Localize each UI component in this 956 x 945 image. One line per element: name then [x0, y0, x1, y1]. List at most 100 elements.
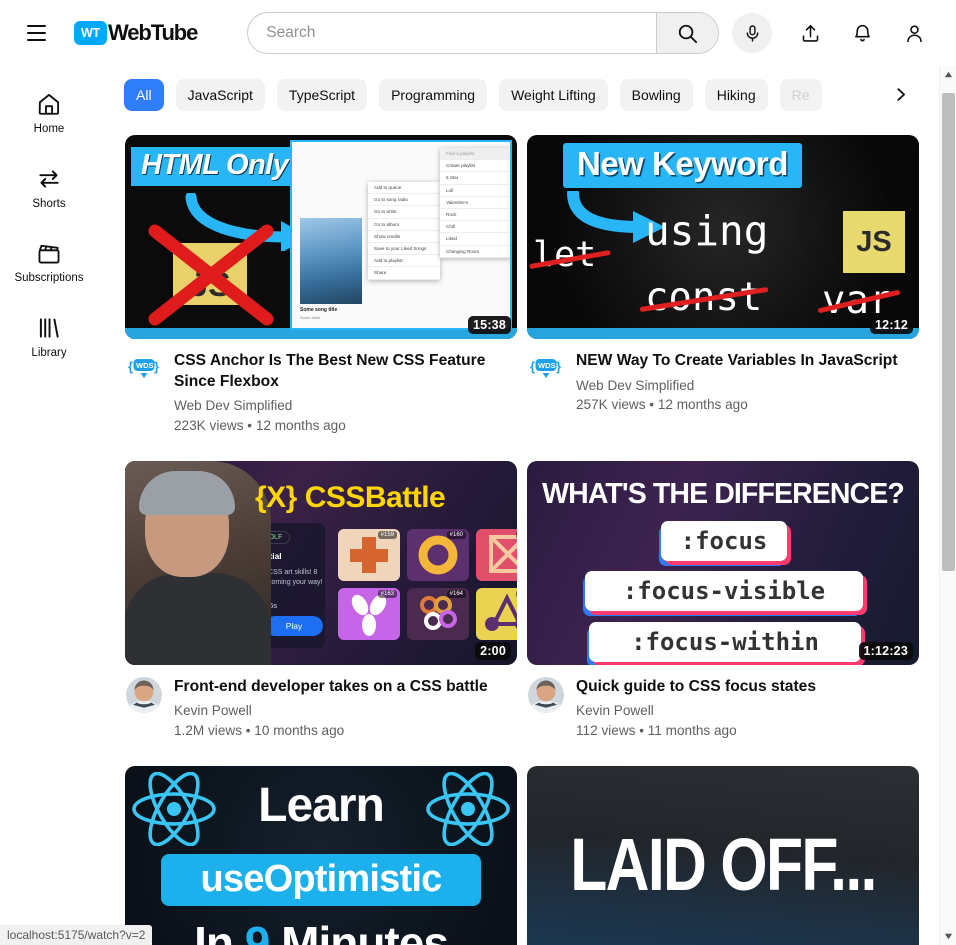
menu-item: Go to album [368, 219, 440, 231]
app-logo[interactable]: WT WebTube [74, 20, 198, 46]
menu-item: Liked [440, 233, 510, 246]
scrollbar-track[interactable] [940, 83, 956, 928]
wds-logo-icon: { WDS } [126, 351, 162, 387]
chip-javascript[interactable]: JavaScript [175, 79, 265, 111]
menu-item: Show credits [368, 231, 440, 243]
upload-button[interactable] [790, 13, 830, 53]
video-card-body: { WDS } NEW Way To Create Variables In J… [527, 339, 919, 415]
video-thumbnail[interactable]: LAID OFF... [527, 765, 919, 945]
notifications-button[interactable] [842, 13, 882, 53]
video-thumbnail[interactable]: Learn useOptimistic In 9 Minutes [125, 765, 517, 945]
thumbnail-title: {X} CSSBattle [255, 480, 446, 514]
sidebar-item-home[interactable]: Home [4, 76, 94, 149]
line-3-number: 9 [244, 916, 271, 945]
chip-all[interactable]: All [124, 79, 164, 111]
thumbnail-brush-stroke [125, 328, 517, 339]
chip-programming[interactable]: Programming [379, 79, 488, 111]
video-channel[interactable]: Kevin Powell [174, 701, 488, 721]
video-thumbnail[interactable]: New Keyword using let const var JS 12:12 [527, 135, 919, 339]
logo-badge: WT [74, 21, 107, 45]
scroll-up-button[interactable] [940, 66, 956, 83]
thumbnail-tile-grid: #159 #160 #161 [338, 528, 517, 640]
video-channel[interactable]: Web Dev Simplified [576, 376, 898, 396]
avatar[interactable] [528, 676, 564, 713]
status-bar-url: localhost:5175/watch?v=2 [0, 925, 153, 945]
caret-down-icon [944, 933, 952, 940]
puzzle-tile: #159 [338, 528, 400, 581]
chips-scroll-right-button[interactable] [884, 78, 916, 110]
microphone-icon [746, 24, 759, 42]
home-icon [38, 93, 60, 115]
menu-item: Lofi [440, 185, 510, 197]
chip-hiking[interactable]: Hiking [704, 79, 768, 111]
video-meta: Front-end developer takes on a CSS battl… [174, 677, 488, 741]
menu-item: Go to artist [368, 206, 440, 219]
account-button[interactable] [894, 13, 934, 53]
video-card[interactable]: WHAT'S THE DIFFERENCE? :focus :focus-vis… [527, 460, 919, 741]
video-stats: 1.2M views • 10 months ago [174, 722, 345, 738]
sidebar-item-library[interactable]: Library [4, 300, 94, 373]
scroll-down-button[interactable] [940, 928, 956, 945]
chip-typescript[interactable]: TypeScript [276, 79, 368, 111]
menu-header: Find a playlist [440, 148, 510, 161]
video-thumbnail[interactable]: WHAT'S THE DIFFERENCE? :focus :focus-vis… [527, 460, 919, 665]
video-thumbnail[interactable]: HTML Only JS Some song title Some artist… [125, 135, 517, 339]
library-icon [39, 318, 59, 338]
sidebar-item-subscriptions[interactable]: Subscriptions [4, 225, 94, 298]
puzzle-tile: #163 [338, 587, 400, 640]
menu-item: Changing Room [440, 246, 510, 258]
video-card[interactable]: Learn useOptimistic In 9 Minutes [125, 765, 517, 945]
sidebar-item-shorts[interactable]: Shorts [4, 151, 94, 224]
tile-number: #164 [446, 589, 466, 598]
video-card-body: Front-end developer takes on a CSS battl… [125, 665, 517, 741]
menu-item: Add to queue [368, 182, 440, 195]
category-chips-row: All JavaScript TypeScript Programming We… [98, 66, 938, 124]
video-card[interactable]: CODE GOLF #163 - Initial Show your CSS a… [125, 460, 517, 741]
menu-item: Chill [440, 221, 510, 234]
thumbnail-pill: :focus [661, 520, 787, 561]
search-input[interactable] [248, 13, 657, 53]
video-grid-container: HTML Only JS Some song title Some artist… [98, 124, 938, 945]
video-title[interactable]: Quick guide to CSS focus states [576, 677, 816, 698]
video-meta: NEW Way To Create Variables In JavaScrip… [576, 351, 898, 415]
menu-item: Add to playlist [368, 255, 440, 268]
app-header: WT WebTube [0, 0, 956, 66]
video-meta: CSS Anchor Is The Best New CSS Feature S… [174, 351, 513, 436]
chip-bowling[interactable]: Bowling [619, 79, 693, 111]
thumbnail-question: WHAT'S THE DIFFERENCE? [542, 477, 905, 510]
avatar[interactable]: { WDS } [528, 351, 564, 387]
thumbnail-person [125, 460, 271, 665]
video-meta: Quick guide to CSS focus states Kevin Po… [576, 677, 816, 741]
video-duration: 2:00 [475, 641, 511, 660]
video-card[interactable]: LAID OFF... [527, 765, 919, 945]
search-button[interactable] [656, 13, 719, 53]
scrollbar-thumb[interactable] [942, 93, 955, 571]
video-card[interactable]: HTML Only JS Some song title Some artist… [125, 135, 517, 436]
thumbnail-banner: HTML Only [131, 147, 299, 186]
thumbnail-js-badge: JS [843, 211, 905, 273]
page-scrollbar[interactable] [939, 66, 956, 945]
video-title[interactable]: CSS Anchor Is The Best New CSS Feature S… [174, 351, 513, 392]
sidebar: Home Shorts Subscriptions Library [0, 66, 98, 945]
svg-text:}: } [154, 359, 159, 374]
video-thumbnail[interactable]: CODE GOLF #163 - Initial Show your CSS a… [125, 460, 517, 665]
chip-clipped[interactable]: Re [779, 79, 822, 111]
tile-number: #163 [377, 589, 397, 598]
avatar[interactable] [126, 676, 162, 713]
video-title[interactable]: NEW Way To Create Variables In JavaScrip… [576, 351, 898, 372]
caret-up-icon [944, 71, 952, 78]
menu-item: Create playlist [440, 160, 510, 173]
menu-icon[interactable] [16, 13, 56, 53]
video-title[interactable]: Front-end developer takes on a CSS battl… [174, 677, 488, 698]
video-stats: 257K views • 12 months ago [576, 397, 748, 413]
voice-search-button[interactable] [732, 13, 773, 53]
subscriptions-icon [38, 245, 60, 264]
thumbnail-banner: New Keyword [563, 143, 802, 188]
svg-text:{: { [128, 359, 133, 374]
line-3-pre: In [194, 916, 245, 945]
video-channel[interactable]: Kevin Powell [576, 701, 816, 721]
video-card[interactable]: New Keyword using let const var JS 12:12 [527, 135, 919, 436]
avatar[interactable]: { WDS } [126, 351, 162, 387]
video-channel[interactable]: Web Dev Simplified [174, 396, 513, 416]
chip-weight-lifting[interactable]: Weight Lifting [499, 79, 608, 111]
